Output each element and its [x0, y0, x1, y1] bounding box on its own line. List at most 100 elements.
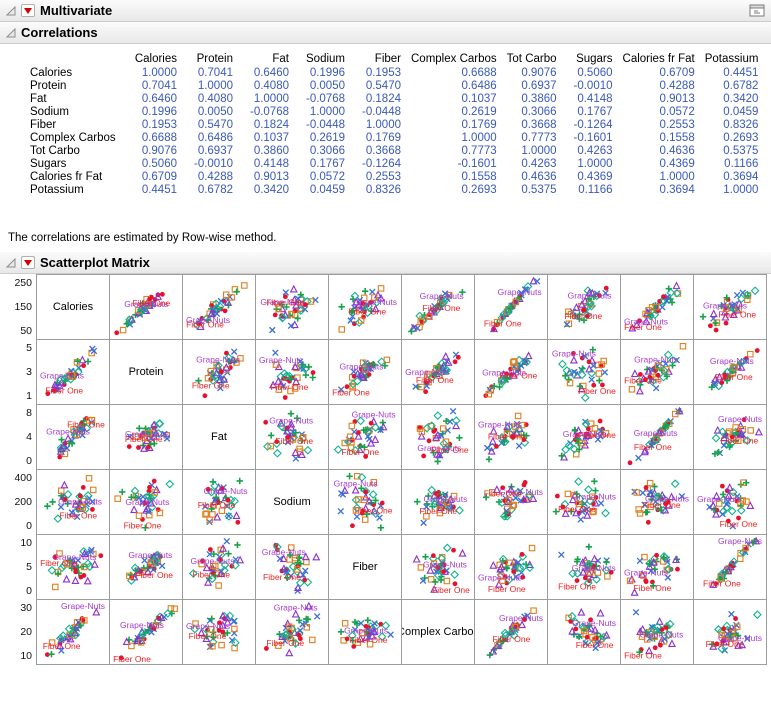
scatter-plot[interactable]: Grape-NutsFiber One: [402, 405, 474, 469]
scatter-plot[interactable]: Grape-NutsFiber One: [183, 600, 255, 664]
scatter-plot[interactable]: Grape-NutsFiber One: [548, 600, 620, 664]
scatter-cell[interactable]: Grape-NutsFiber One: [182, 599, 256, 665]
scatter-cell[interactable]: Grape-NutsFiber One: [36, 534, 110, 600]
scatter-plot[interactable]: Grape-NutsFiber One: [183, 275, 255, 339]
scatter-cell[interactable]: Grape-NutsFiber One: [547, 274, 621, 340]
scatter-plot[interactable]: Grape-NutsFiber One: [475, 405, 547, 469]
disclosure-triangle-icon[interactable]: [6, 258, 16, 268]
red-triangle-menu-icon[interactable]: [21, 256, 35, 269]
scatter-plot[interactable]: Grape-NutsFiber One: [402, 275, 474, 339]
scatter-plot[interactable]: Grape-NutsFiber One: [329, 600, 401, 664]
scatter-plot[interactable]: Grape-NutsFiber One: [37, 535, 109, 599]
scatter-plot[interactable]: Grape-NutsFiber One: [621, 600, 693, 664]
scatter-cell[interactable]: Grape-NutsFiber One: [36, 599, 110, 665]
scatter-cell[interactable]: Grape-NutsFiber One: [401, 339, 475, 405]
scatter-cell[interactable]: Grape-NutsFiber One: [693, 469, 767, 535]
scatter-cell[interactable]: Grape-NutsFiber One: [474, 339, 548, 405]
scatter-plot[interactable]: Grape-NutsFiber One: [402, 535, 474, 599]
scatter-plot[interactable]: Grape-NutsFiber One: [475, 340, 547, 404]
scatter-cell[interactable]: Grape-NutsFiber One: [328, 599, 402, 665]
scatter-plot[interactable]: Grape-NutsFiber One: [110, 600, 182, 664]
scatter-cell[interactable]: Grape-NutsFiber One: [620, 534, 694, 600]
scatter-cell[interactable]: Grape-NutsFiber One: [693, 339, 767, 405]
scatter-plot[interactable]: Grape-NutsFiber One: [621, 340, 693, 404]
scatter-plot[interactable]: Grape-NutsFiber One: [37, 470, 109, 534]
scatter-cell[interactable]: Grape-NutsFiber One: [547, 404, 621, 470]
scatter-cell[interactable]: Grape-NutsFiber One: [693, 534, 767, 600]
scatter-cell[interactable]: Grape-NutsFiber One: [182, 274, 256, 340]
scatter-cell[interactable]: Grape-NutsFiber One: [182, 469, 256, 535]
scatter-cell[interactable]: Grape-NutsFiber One: [36, 404, 110, 470]
scatter-cell[interactable]: Grape-NutsFiber One: [620, 339, 694, 405]
scatter-cell[interactable]: Grape-NutsFiber One: [474, 469, 548, 535]
scatter-cell[interactable]: Grape-NutsFiber One: [547, 469, 621, 535]
scatter-plot[interactable]: Grape-NutsFiber One: [256, 600, 328, 664]
scatter-cell[interactable]: Grape-NutsFiber One: [547, 599, 621, 665]
scatter-cell[interactable]: Grape-NutsFiber One: [547, 534, 621, 600]
scatter-cell[interactable]: Grape-NutsFiber One: [620, 599, 694, 665]
scatter-plot[interactable]: Grape-NutsFiber One: [183, 470, 255, 534]
scatter-cell[interactable]: Grape-NutsFiber One: [109, 274, 183, 340]
scatter-plot[interactable]: Grape-NutsFiber One: [256, 535, 328, 599]
scatter-cell[interactable]: Grape-NutsFiber One: [255, 599, 329, 665]
scatter-plot[interactable]: Grape-NutsFiber One: [110, 470, 182, 534]
scatter-plot[interactable]: Grape-NutsFiber One: [548, 470, 620, 534]
scatter-cell[interactable]: Grape-NutsFiber One: [693, 404, 767, 470]
scatter-cell[interactable]: Grape-NutsFiber One: [255, 534, 329, 600]
scatter-plot[interactable]: Grape-NutsFiber One: [329, 340, 401, 404]
scatter-plot[interactable]: Grape-NutsFiber One: [329, 275, 401, 339]
scatter-plot[interactable]: Grape-NutsFiber One: [694, 535, 766, 599]
scatter-plot[interactable]: Grape-NutsFiber One: [256, 405, 328, 469]
scatter-plot[interactable]: Grape-NutsFiber One: [548, 535, 620, 599]
scatter-cell[interactable]: Grape-NutsFiber One: [255, 274, 329, 340]
scatter-plot[interactable]: Grape-NutsFiber One: [621, 405, 693, 469]
scatter-plot[interactable]: Grape-NutsFiber One: [37, 405, 109, 469]
scatter-plot[interactable]: Grape-NutsFiber One: [621, 275, 693, 339]
scatter-plot[interactable]: Grape-NutsFiber One: [329, 405, 401, 469]
scatter-plot[interactable]: Grape-NutsFiber One: [37, 600, 109, 664]
scatter-cell[interactable]: Grape-NutsFiber One: [474, 404, 548, 470]
scatter-cell[interactable]: Grape-NutsFiber One: [255, 339, 329, 405]
scatter-plot[interactable]: Grape-NutsFiber One: [548, 275, 620, 339]
scatter-cell[interactable]: Grape-NutsFiber One: [36, 469, 110, 535]
scatter-cell[interactable]: Grape-NutsFiber One: [693, 599, 767, 665]
red-triangle-menu-icon[interactable]: [21, 4, 35, 17]
disclosure-triangle-icon[interactable]: [6, 28, 16, 38]
scatter-cell[interactable]: Grape-NutsFiber One: [328, 274, 402, 340]
scatter-plot[interactable]: Grape-NutsFiber One: [475, 275, 547, 339]
report-window-icon[interactable]: [749, 4, 765, 17]
scatter-cell[interactable]: Grape-NutsFiber One: [182, 339, 256, 405]
scatter-cell[interactable]: Grape-NutsFiber One: [401, 469, 475, 535]
scatter-plot[interactable]: Grape-NutsFiber One: [475, 600, 547, 664]
scatter-cell[interactable]: Grape-NutsFiber One: [401, 404, 475, 470]
scatter-plot[interactable]: Grape-NutsFiber One: [694, 470, 766, 534]
scatter-plot[interactable]: Grape-NutsFiber One: [694, 405, 766, 469]
scatter-plot[interactable]: Grape-NutsFiber One: [183, 535, 255, 599]
scatter-cell[interactable]: Grape-NutsFiber One: [474, 599, 548, 665]
scatter-plot[interactable]: Grape-NutsFiber One: [694, 340, 766, 404]
scatter-cell[interactable]: Grape-NutsFiber One: [328, 404, 402, 470]
scatter-cell[interactable]: Grape-NutsFiber One: [36, 339, 110, 405]
scatter-cell[interactable]: Grape-NutsFiber One: [328, 469, 402, 535]
scatter-cell[interactable]: Grape-NutsFiber One: [401, 274, 475, 340]
scatter-plot[interactable]: Grape-NutsFiber One: [694, 275, 766, 339]
scatter-plot[interactable]: Grape-NutsFiber One: [402, 340, 474, 404]
scatter-plot[interactable]: Grape-NutsFiber One: [256, 275, 328, 339]
scatter-plot[interactable]: Grape-NutsFiber One: [110, 275, 182, 339]
scatter-cell[interactable]: Grape-NutsFiber One: [109, 469, 183, 535]
scatter-plot[interactable]: Grape-NutsFiber One: [694, 600, 766, 664]
scatter-cell[interactable]: Grape-NutsFiber One: [620, 274, 694, 340]
scatter-plot[interactable]: Grape-NutsFiber One: [475, 535, 547, 599]
scatter-cell[interactable]: Grape-NutsFiber One: [620, 404, 694, 470]
scatter-cell[interactable]: Grape-NutsFiber One: [182, 534, 256, 600]
scatter-cell[interactable]: Grape-NutsFiber One: [255, 404, 329, 470]
scatter-plot[interactable]: Grape-NutsFiber One: [548, 405, 620, 469]
scatter-cell[interactable]: Grape-NutsFiber One: [693, 274, 767, 340]
scatter-cell[interactable]: Grape-NutsFiber One: [620, 469, 694, 535]
scatter-plot[interactable]: Grape-NutsFiber One: [37, 340, 109, 404]
scatter-cell[interactable]: Grape-NutsFiber One: [401, 534, 475, 600]
scatter-cell[interactable]: Grape-NutsFiber One: [109, 404, 183, 470]
scatter-plot[interactable]: Grape-NutsFiber One: [548, 340, 620, 404]
scatter-plot[interactable]: Grape-NutsFiber One: [402, 470, 474, 534]
scatter-plot[interactable]: Grape-NutsFiber One: [183, 340, 255, 404]
